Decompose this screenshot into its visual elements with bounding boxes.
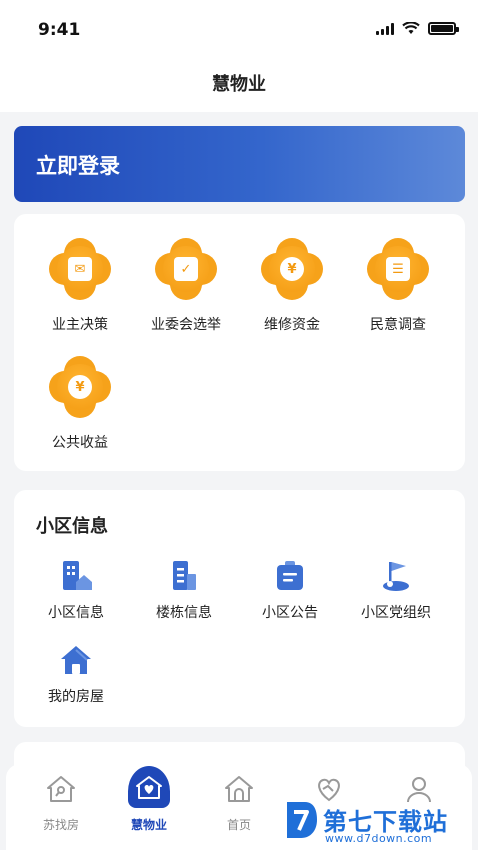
d7-logo-icon <box>287 802 317 838</box>
watermark: 第七下载站 www.d7down.com <box>283 800 473 848</box>
money-bag-icon: ¥ <box>261 238 323 300</box>
tab-label: 苏找房 <box>42 818 79 832</box>
community-item-info[interactable]: 小区信息 <box>26 558 126 622</box>
building-icon <box>166 558 202 594</box>
community-label: 小区党组织 <box>361 605 431 621</box>
ballot-box-icon: ✉ <box>49 238 111 300</box>
battery-icon <box>428 22 459 35</box>
status-time: 9:41 <box>38 20 81 40</box>
service-maintenance-fund[interactable]: ¥ 维修资金 <box>242 238 342 334</box>
tab-home[interactable]: 首页 <box>204 774 274 833</box>
building-home-icon <box>58 558 94 594</box>
vote-check-icon: ✓ <box>155 238 217 300</box>
home-icon <box>225 776 253 802</box>
clipboard-survey-icon: ☰ <box>367 238 429 300</box>
community-label: 我的房屋 <box>48 689 104 705</box>
service-label: 业主决策 <box>52 317 108 333</box>
status-icons <box>376 22 459 35</box>
login-label: 立即登录 <box>36 154 120 178</box>
watermark-url: www.d7down.com <box>325 832 433 845</box>
login-banner[interactable]: 立即登录 <box>14 126 465 202</box>
tab-label: 慧物业 <box>130 818 167 832</box>
community-item-my-house[interactable]: 我的房屋 <box>26 642 126 706</box>
status-bar: 9:41 <box>0 0 478 58</box>
tab-label: 首页 <box>226 818 251 832</box>
page-title: 慧物业 <box>212 74 266 95</box>
tab-smart-property[interactable]: 慧物业 <box>114 766 184 833</box>
notice-bag-icon <box>272 558 308 594</box>
service-owner-decision[interactable]: ✉ 业主决策 <box>30 238 130 334</box>
nav-bar: 慧物业 <box>0 58 478 112</box>
coins-yen-icon: ¥ <box>49 356 111 418</box>
community-item-building[interactable]: 楼栋信息 <box>134 558 234 622</box>
community-label: 楼栋信息 <box>156 605 212 621</box>
service-committee-election[interactable]: ✓ 业委会选举 <box>136 238 236 334</box>
tab-find-house[interactable]: 苏找房 <box>26 774 96 833</box>
service-label: 业委会选举 <box>151 317 221 333</box>
house-key-icon <box>47 776 75 802</box>
services-card: ✉ 业主决策 ✓ 业委会选举 ¥ 维修资金 ☰ 民意调查 ¥ 公共收益 <box>14 214 465 471</box>
community-item-party[interactable]: 小区党组织 <box>346 558 446 622</box>
section-title: 小区信息 <box>36 516 108 537</box>
heart-home-icon <box>128 766 170 808</box>
community-card: 小区信息 小区信息 楼栋信息 小区公告 小区党组织 我的房屋 <box>14 490 465 727</box>
service-label: 公共收益 <box>52 435 108 451</box>
wifi-icon <box>402 22 420 34</box>
community-label: 小区公告 <box>262 605 318 621</box>
service-public-income[interactable]: ¥ 公共收益 <box>30 356 130 452</box>
service-label: 民意调查 <box>370 317 426 333</box>
service-label: 维修资金 <box>264 317 320 333</box>
community-item-notice[interactable]: 小区公告 <box>240 558 340 622</box>
party-flag-icon <box>378 558 414 594</box>
house-icon <box>58 642 94 678</box>
service-public-survey[interactable]: ☰ 民意调查 <box>348 238 448 334</box>
signal-icon <box>376 22 394 35</box>
community-label: 小区信息 <box>48 605 104 621</box>
